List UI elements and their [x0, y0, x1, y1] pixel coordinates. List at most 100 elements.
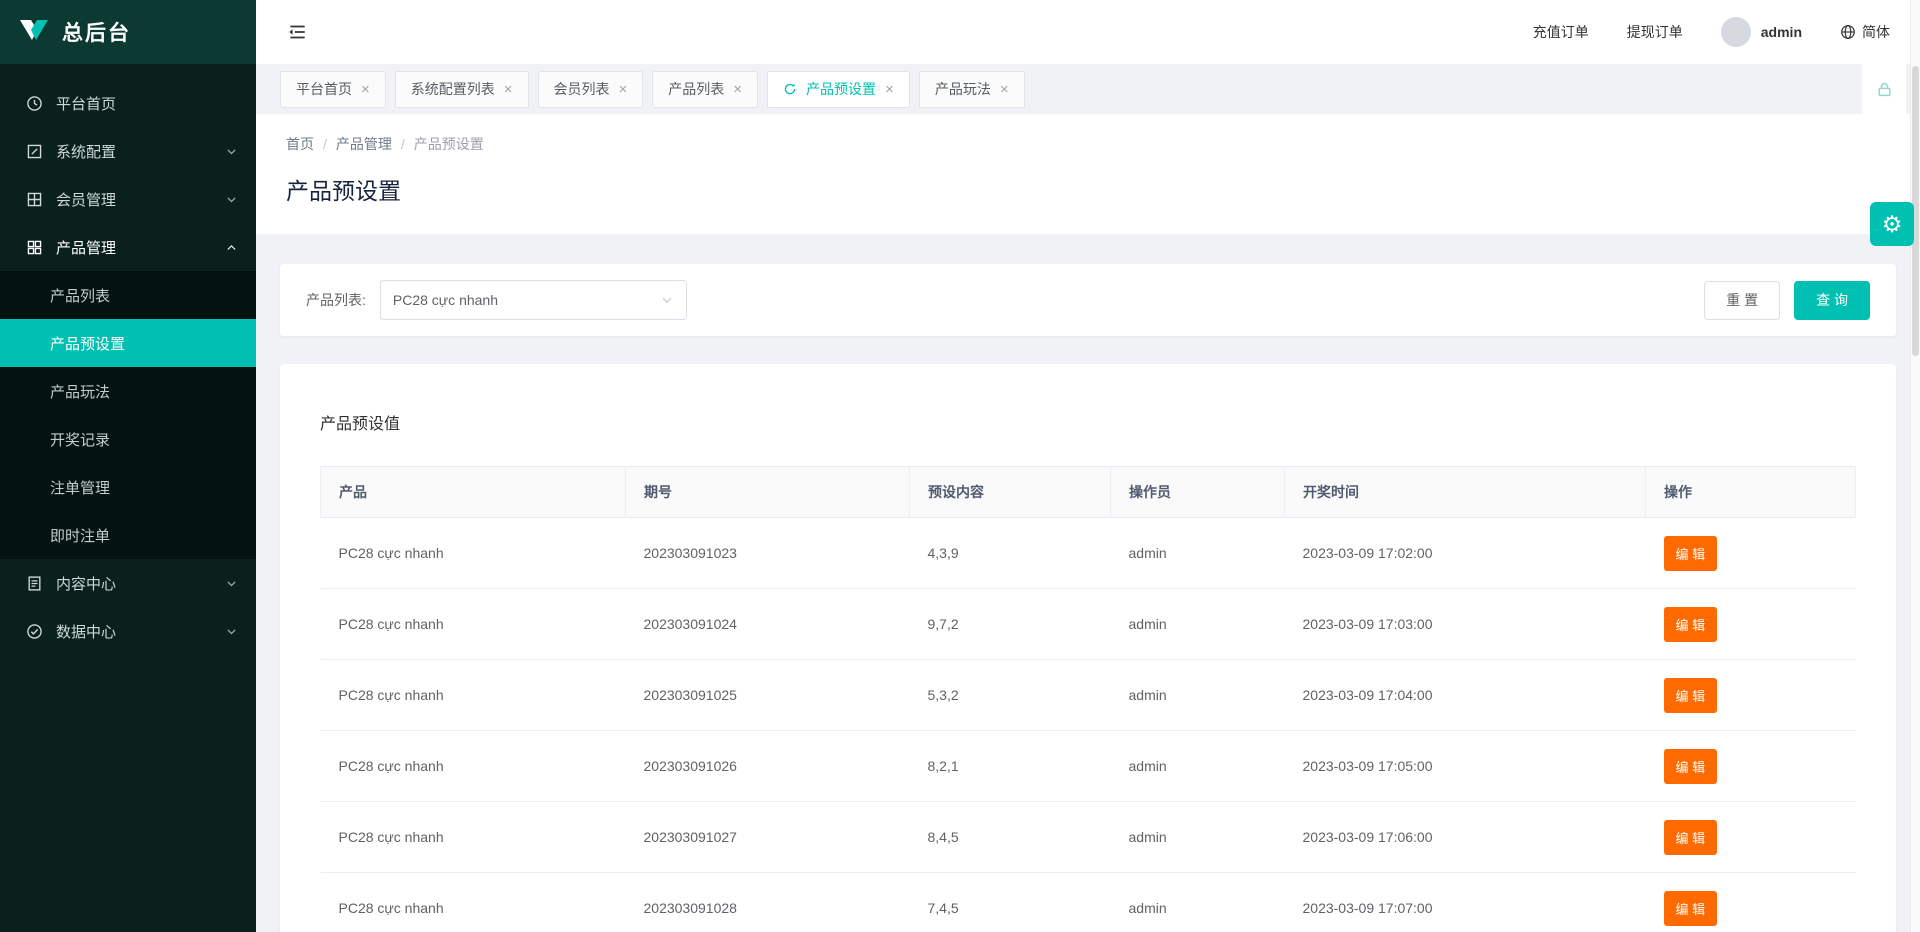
- cell-product: PC28 cực nhanh: [321, 660, 626, 731]
- sidebar-item-product-mgmt[interactable]: 产品管理: [0, 223, 256, 271]
- tab-product-play[interactable]: 产品玩法 ×: [919, 71, 1025, 108]
- sidebar-item-realtime-bets[interactable]: 即时注单: [0, 511, 256, 559]
- close-icon[interactable]: ×: [619, 82, 628, 97]
- tab-label: 会员列表: [554, 79, 610, 99]
- sidebar-item-label: 会员管理: [56, 189, 116, 210]
- main-area: 充值订单 提现订单 admin 简体 平台首页 × 系统配置列表 × 会员列表: [256, 0, 1920, 932]
- chevron-down-icon: [225, 145, 238, 158]
- query-button[interactable]: 查 询: [1794, 281, 1870, 320]
- reset-button[interactable]: 重 置: [1704, 281, 1780, 320]
- chevron-up-icon: [225, 241, 238, 254]
- language-switcher[interactable]: 简体: [1840, 22, 1890, 42]
- cell-draw-time: 2023-03-09 17:04:00: [1285, 660, 1646, 731]
- table-row: PC28 cực nhanh 202303091028 7,4,5 admin …: [321, 873, 1856, 932]
- cell-draw-time: 2023-03-09 17:05:00: [1285, 731, 1646, 802]
- sidebar-item-platform-home[interactable]: 平台首页: [0, 79, 256, 127]
- cell-operator: admin: [1111, 873, 1285, 932]
- tab-product-list[interactable]: 产品列表 ×: [652, 71, 758, 108]
- cell-product: PC28 cực nhanh: [321, 802, 626, 873]
- recharge-orders-link[interactable]: 充值订单: [1533, 22, 1589, 42]
- chevron-down-icon: [660, 293, 674, 307]
- table-row: PC28 cực nhanh 202303091026 8,2,1 admin …: [321, 731, 1856, 802]
- sidebar-item-label: 内容中心: [56, 573, 116, 594]
- cell-preset: 8,4,5: [910, 802, 1111, 873]
- tab-member-list[interactable]: 会员列表 ×: [538, 71, 644, 108]
- close-icon[interactable]: ×: [1000, 82, 1009, 97]
- sidebar-item-system-config[interactable]: 系统配置: [0, 127, 256, 175]
- sidebar-item-label: 注单管理: [50, 477, 110, 498]
- cell-product: PC28 cực nhanh: [321, 518, 626, 589]
- column-header-actions: 操作: [1646, 467, 1856, 518]
- table-header-row: 产品 期号 预设内容 操作员 开奖时间 操作: [321, 467, 1856, 518]
- edit-button[interactable]: 编 辑: [1664, 607, 1718, 642]
- username: admin: [1761, 24, 1802, 40]
- column-header-period: 期号: [626, 467, 910, 518]
- app-title: 总后台: [62, 17, 131, 47]
- cell-period: 202303091023: [626, 518, 910, 589]
- language-label: 简体: [1862, 22, 1890, 42]
- close-icon[interactable]: ×: [733, 82, 742, 97]
- close-icon[interactable]: ×: [885, 82, 894, 97]
- chevron-down-icon: [225, 625, 238, 638]
- avatar: [1721, 17, 1751, 47]
- sidebar-item-bet-mgmt[interactable]: 注单管理: [0, 463, 256, 511]
- cell-period: 202303091027: [626, 802, 910, 873]
- chevron-down-icon: [225, 193, 238, 206]
- top-header: 充值订单 提现订单 admin 简体: [256, 0, 1920, 64]
- table-row: PC28 cực nhanh 202303091024 9,7,2 admin …: [321, 589, 1856, 660]
- sidebar-item-label: 平台首页: [56, 93, 116, 114]
- globe-icon: [1840, 24, 1856, 40]
- settings-fab[interactable]: ⚙: [1870, 202, 1914, 246]
- edit-button[interactable]: 编 辑: [1664, 678, 1718, 713]
- lock-tabs-button[interactable]: [1862, 64, 1906, 114]
- close-icon[interactable]: ×: [361, 82, 370, 97]
- sidebar-fold-icon[interactable]: [286, 21, 308, 43]
- sidebar-item-label: 产品玩法: [50, 381, 110, 402]
- edit-button[interactable]: 编 辑: [1664, 749, 1718, 784]
- cell-period: 202303091028: [626, 873, 910, 932]
- sidebar-item-product-play[interactable]: 产品玩法: [0, 367, 256, 415]
- sidebar-item-data-center[interactable]: 数据中心: [0, 607, 256, 655]
- withdraw-orders-link[interactable]: 提现订单: [1627, 22, 1683, 42]
- breadcrumb-current: 产品预设置: [414, 134, 484, 154]
- filter-card: 产品列表: PC28 cực nhanh 重 置 查 询: [280, 264, 1896, 336]
- top-header-right: 充值订单 提现订单 admin 简体: [1533, 17, 1890, 47]
- product-select[interactable]: PC28 cực nhanh: [380, 280, 687, 320]
- tab-platform-home[interactable]: 平台首页 ×: [280, 71, 386, 108]
- breadcrumb-home[interactable]: 首页: [286, 134, 314, 154]
- tab-system-config-list[interactable]: 系统配置列表 ×: [395, 71, 529, 108]
- app-logo-icon: [18, 18, 50, 46]
- sidebar-item-product-preset[interactable]: 产品预设置: [0, 319, 256, 367]
- page-title: 产品预设置: [286, 172, 1890, 206]
- cell-operator: admin: [1111, 660, 1285, 731]
- tab-label: 平台首页: [296, 79, 352, 99]
- refresh-icon[interactable]: [783, 82, 797, 96]
- panel-title: 产品预设值: [320, 410, 1856, 434]
- column-header-operator: 操作员: [1111, 467, 1285, 518]
- cell-product: PC28 cực nhanh: [321, 731, 626, 802]
- preset-table: 产品 期号 预设内容 操作员 开奖时间 操作 PC28 cực nhanh 20…: [320, 466, 1856, 932]
- sidebar-item-member-mgmt[interactable]: 会员管理: [0, 175, 256, 223]
- lock-icon: [1876, 81, 1893, 98]
- product-submenu: 产品列表 产品预设置 产品玩法 开奖记录 注单管理 即时注单: [0, 271, 256, 559]
- edit-button[interactable]: 编 辑: [1664, 891, 1718, 926]
- tab-product-preset[interactable]: 产品预设置 ×: [767, 71, 910, 108]
- product-select-value: PC28 cực nhanh: [393, 292, 498, 308]
- edit-button[interactable]: 编 辑: [1664, 820, 1718, 855]
- column-header-preset: 预设内容: [910, 467, 1111, 518]
- cell-operator: admin: [1111, 518, 1285, 589]
- sidebar-item-label: 产品列表: [50, 285, 110, 306]
- sidebar-item-label: 开奖记录: [50, 429, 110, 450]
- sidebar-item-product-list[interactable]: 产品列表: [0, 271, 256, 319]
- page-scrollbar[interactable]: [1910, 0, 1920, 932]
- cell-preset: 7,4,5: [910, 873, 1111, 932]
- cell-product: PC28 cực nhanh: [321, 589, 626, 660]
- edit-button[interactable]: 编 辑: [1664, 536, 1718, 571]
- sidebar-item-content-center[interactable]: 内容中心: [0, 559, 256, 607]
- user-menu[interactable]: admin: [1721, 17, 1802, 47]
- close-icon[interactable]: ×: [504, 82, 513, 97]
- column-header-product: 产品: [321, 467, 626, 518]
- sidebar-item-draw-records[interactable]: 开奖记录: [0, 415, 256, 463]
- breadcrumb-section[interactable]: 产品管理: [336, 134, 392, 154]
- sidebar-item-label: 系统配置: [56, 141, 116, 162]
